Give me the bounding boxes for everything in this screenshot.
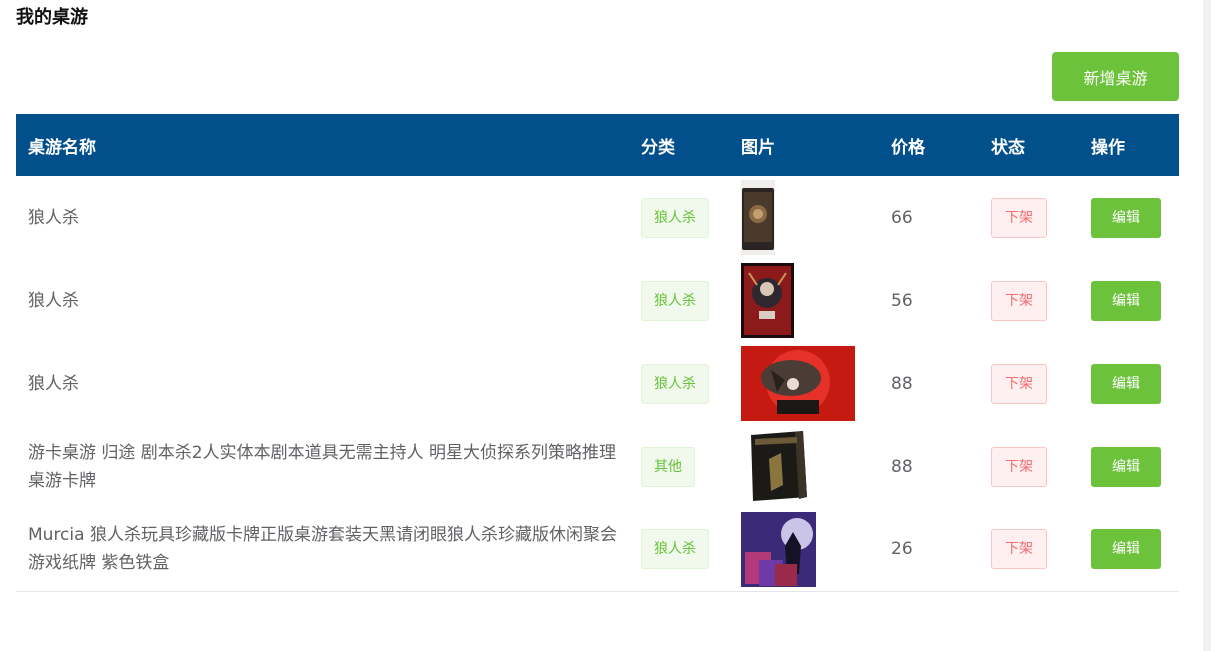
category-tag: 狼人杀 (641, 197, 709, 238)
status-offline-button[interactable]: 下架 (991, 446, 1047, 487)
category-tag: 狼人杀 (641, 363, 709, 404)
status-offline-button[interactable]: 下架 (991, 197, 1047, 238)
header-category: 分类 (641, 137, 675, 158)
price: 56 (891, 290, 913, 311)
table-row: 游卡桌游 归途 剧本杀2人实体本剧本道具无需主持人 明星大侦探系列策略推理桌游卡… (16, 425, 1179, 508)
table-row: Murcia 狼人杀玩具珍藏版卡牌正版桌游套装天黑请闭眼狼人杀珍藏版休闲聚会游戏… (16, 508, 1179, 591)
category-tag: 狼人杀 (641, 529, 709, 570)
price: 88 (891, 456, 913, 477)
status-offline-button[interactable]: 下架 (991, 529, 1047, 570)
header-name: 桌游名称 (28, 137, 96, 158)
game-name: 狼人杀 (28, 373, 79, 394)
game-thumbnail (741, 346, 879, 421)
boardgame-table: 桌游名称 分类 图片 价格 状态 操作 狼人杀 狼人杀 66 下架 编辑 狼人杀… (16, 114, 1179, 592)
header-action: 操作 (1091, 137, 1125, 158)
edit-button[interactable]: 编辑 (1091, 529, 1161, 570)
game-thumbnail (741, 180, 879, 255)
game-thumbnail (741, 429, 879, 504)
game-name: 狼人杀 (28, 290, 79, 311)
edit-button[interactable]: 编辑 (1091, 363, 1161, 404)
status-offline-button[interactable]: 下架 (991, 363, 1047, 404)
game-name: Murcia 狼人杀玩具珍藏版卡牌正版桌游套装天黑请闭眼狼人杀珍藏版休闲聚会游戏… (28, 525, 617, 574)
table-row: 狼人杀 狼人杀 56 下架 编辑 (16, 259, 1179, 342)
game-thumbnail (741, 263, 879, 338)
edit-button[interactable]: 编辑 (1091, 197, 1161, 238)
header-image: 图片 (741, 137, 775, 158)
game-name: 游卡桌游 归途 剧本杀2人实体本剧本道具无需主持人 明星大侦探系列策略推理桌游卡… (28, 442, 617, 491)
page-title: 我的桌游 (16, 7, 88, 28)
game-name: 狼人杀 (28, 207, 79, 228)
status-offline-button[interactable]: 下架 (991, 280, 1047, 321)
game-thumbnail (741, 511, 879, 587)
header-status: 状态 (991, 137, 1025, 158)
price: 66 (891, 207, 913, 228)
header-price: 价格 (891, 137, 925, 158)
page-scrollbar[interactable] (1203, 0, 1211, 651)
add-game-button[interactable]: 新增桌游 (1052, 52, 1179, 101)
category-tag: 其他 (641, 446, 695, 487)
edit-button[interactable]: 编辑 (1091, 280, 1161, 321)
table-row: 狼人杀 狼人杀 66 下架 编辑 (16, 176, 1179, 259)
table-row: 狼人杀 狼人杀 88 下架 编辑 (16, 342, 1179, 425)
edit-button[interactable]: 编辑 (1091, 446, 1161, 487)
category-tag: 狼人杀 (641, 280, 709, 321)
table-header-row: 桌游名称 分类 图片 价格 状态 操作 (16, 114, 1179, 176)
price: 26 (891, 539, 913, 560)
price: 88 (891, 373, 913, 394)
